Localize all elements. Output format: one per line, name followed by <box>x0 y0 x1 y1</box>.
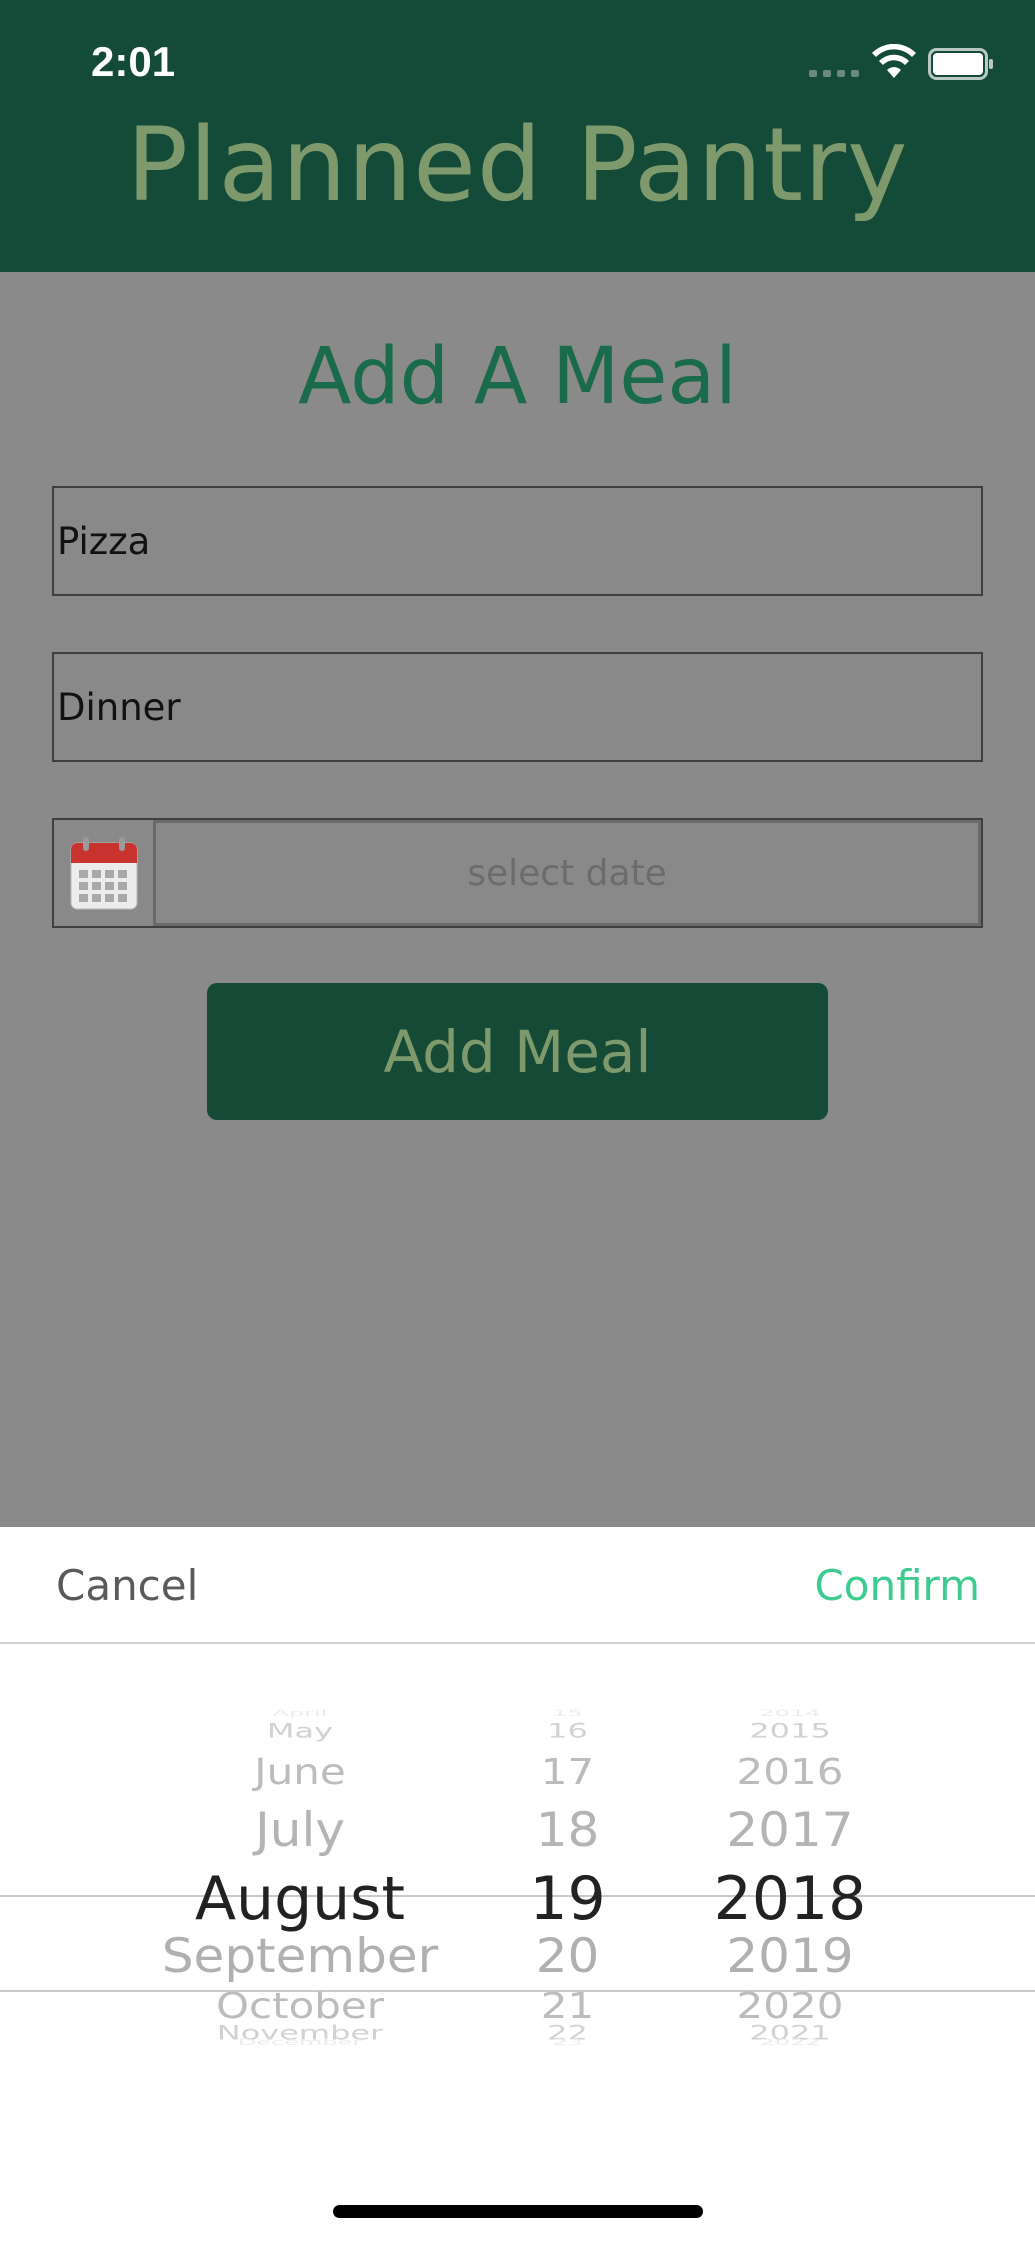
year-option[interactable]: 2017 <box>680 1802 900 1857</box>
day-option[interactable]: 17 <box>500 1751 635 1793</box>
year-option[interactable]: 2016 <box>680 1751 900 1793</box>
meal-name-input[interactable] <box>54 488 981 594</box>
month-option[interactable]: June <box>100 1751 500 1793</box>
month-option[interactable]: October <box>100 1985 500 2027</box>
day-option[interactable]: 19 <box>500 1864 635 1934</box>
month-option[interactable]: September <box>100 1928 500 1983</box>
page-title: Add A Meal <box>298 332 737 422</box>
year-option[interactable]: 2018 <box>680 1864 900 1934</box>
month-option[interactable]: May <box>100 1720 500 1743</box>
year-option[interactable]: 2019 <box>680 1928 900 1983</box>
year-option[interactable]: 2014 <box>680 1708 900 1718</box>
year-option[interactable]: 2020 <box>680 1985 900 2027</box>
month-option[interactable]: August <box>100 1864 500 1934</box>
date-picker-sheet: Cancel Confirm April May June July August Sep… <box>0 1527 1035 2242</box>
year-option[interactable]: 2015 <box>680 1720 900 1743</box>
month-option[interactable]: July <box>100 1802 500 1857</box>
picker-toolbar: Cancel Confirm <box>0 1527 1035 1644</box>
meal-name-field[interactable] <box>52 486 983 596</box>
meal-type-field[interactable] <box>52 652 983 762</box>
day-option[interactable]: 21 <box>500 1985 635 2027</box>
month-option[interactable]: April <box>100 1708 500 1718</box>
year-wheel[interactable]: 2014 2015 2016 2017 2018 2019 2020 2021 2022 <box>680 1687 900 2187</box>
date-input[interactable]: select date <box>156 820 981 926</box>
wifi-icon <box>872 44 916 78</box>
calendar-icon <box>70 837 137 910</box>
cancel-button[interactable]: Cancel <box>56 1561 198 1610</box>
date-field[interactable]: select date <box>52 818 983 928</box>
app-header: 2:01 Planned Pantry <box>0 0 1035 272</box>
battery-icon <box>928 48 993 80</box>
home-indicator <box>333 2205 703 2218</box>
day-wheel[interactable]: 15 16 17 18 19 20 21 22 23 <box>500 1687 635 2187</box>
day-option[interactable]: 18 <box>500 1802 635 1857</box>
signal-icon <box>809 70 859 77</box>
day-option[interactable]: 23 <box>500 2037 635 2047</box>
day-option[interactable]: 15 <box>500 1708 635 1718</box>
confirm-button[interactable]: Confirm <box>814 1561 980 1610</box>
month-wheel[interactable]: April May June July August September October No… <box>100 1687 500 2187</box>
app-title: Planned Pantry <box>126 106 909 225</box>
month-option[interactable]: December <box>100 2037 500 2047</box>
status-time: 2:01 <box>91 38 176 85</box>
meal-type-input[interactable] <box>54 654 981 760</box>
year-option[interactable]: 2022 <box>680 2037 900 2047</box>
day-option[interactable]: 20 <box>500 1928 635 1983</box>
add-meal-button[interactable]: Add Meal <box>207 983 828 1120</box>
calendar-button[interactable] <box>54 820 156 926</box>
day-option[interactable]: 16 <box>500 1720 635 1743</box>
